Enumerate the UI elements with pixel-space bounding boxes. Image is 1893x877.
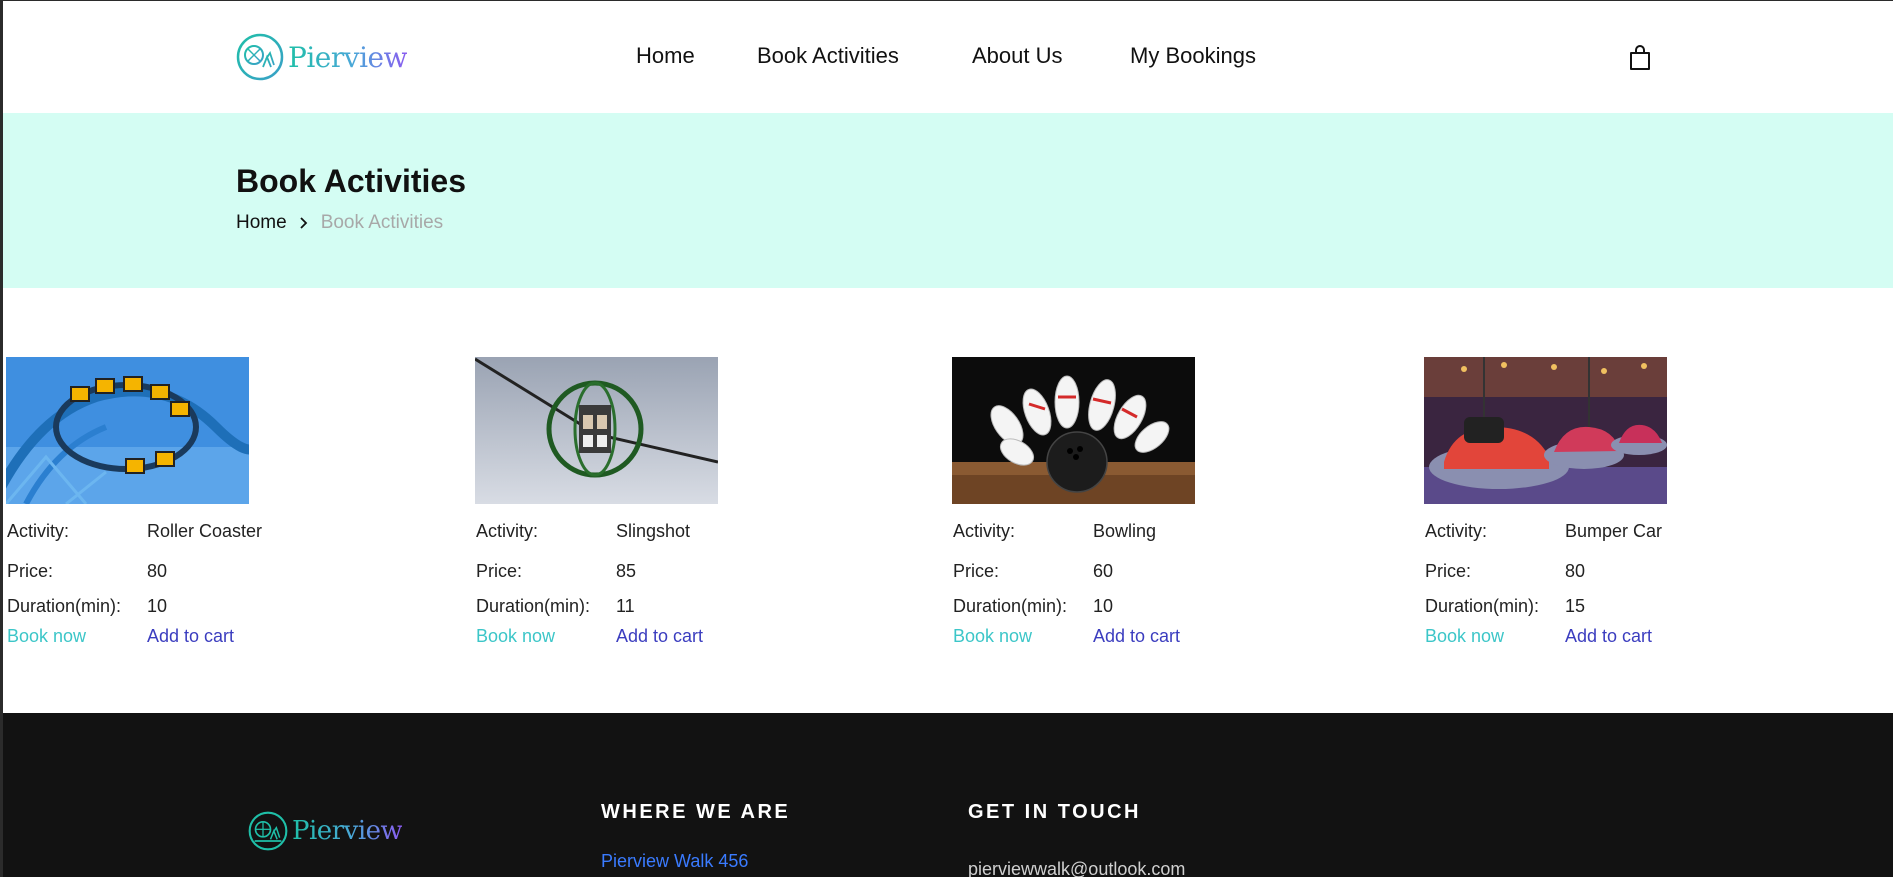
bowling-pins-image [952,357,1195,504]
activity-card: Activity: Bowling Price: 60 Duration(min… [952,357,1282,646]
duration-row: Duration(min): 10 [7,596,167,617]
ferris-wheel-icon [248,811,288,851]
activity-label: Activity: [953,521,1016,541]
activity-card: Activity: Slingshot Price: 85 Duration(m… [475,357,805,646]
duration-row: Duration(min): 10 [953,596,1113,617]
activity-card: Activity: Bumper Car Price: 80 Duration(… [1424,357,1754,646]
breadcrumb: Home Book Activities [236,212,443,234]
book-now-link[interactable]: Book now [7,626,86,647]
duration-value: 15 [1565,596,1586,616]
activity-name: Slingshot [616,521,691,541]
page-banner: Book Activities Home Book Activities [3,113,1893,288]
price-label: Price: [476,561,523,581]
breadcrumb-current: Book Activities [320,212,444,233]
slingshot-ride-image [475,357,718,504]
price-label: Price: [7,561,54,581]
contact-email: pierviewwalk@outlook.com [968,859,1186,877]
price-row: Price: 80 [1425,561,1585,582]
activity-row: Activity: Bowling [953,521,1156,542]
price-row: Price: 60 [953,561,1113,582]
add-to-cart-link[interactable]: Add to cart [1565,626,1652,647]
activity-row: Activity: Bumper Car [1425,521,1662,542]
activity-name: Roller Coaster [147,521,263,541]
price-value: 60 [1093,561,1114,581]
activity-row: Activity: Slingshot [476,521,690,542]
duration-label: Duration(min): [1425,596,1540,616]
bumper-cars-image [1424,357,1667,504]
nav-about-us[interactable]: About Us [972,43,1063,69]
price-row: Price: 80 [7,561,167,582]
price-value: 85 [616,561,637,581]
nav-home[interactable]: Home [636,43,695,69]
site-header: Pierview Home Book Activities About Us M… [3,1,1893,113]
book-now-link[interactable]: Book now [476,626,555,647]
activity-name: Bumper Car [1565,521,1663,541]
duration-row: Duration(min): 15 [1425,596,1585,617]
where-we-are-heading: WHERE WE ARE [601,801,791,823]
page: Pierview Home Book Activities About Us M… [3,1,1893,877]
add-to-cart-link[interactable]: Add to cart [147,626,234,647]
price-value: 80 [1565,561,1586,581]
price-value: 80 [147,561,168,581]
duration-value: 11 [616,596,635,616]
chevron-right-icon [300,217,307,229]
duration-value: 10 [147,596,168,616]
page-title: Book Activities [236,163,466,199]
price-row: Price: 85 [476,561,636,582]
duration-row: Duration(min): 11 [476,596,635,617]
activity-label: Activity: [7,521,70,541]
activity-name: Bowling [1093,521,1157,541]
activity-label: Activity: [476,521,539,541]
breadcrumb-home[interactable]: Home [236,212,287,234]
book-now-link[interactable]: Book now [953,626,1032,647]
site-footer: Pierview WHERE WE ARE Pierview Walk 456 … [3,713,1893,877]
book-now-link[interactable]: Book now [1425,626,1504,647]
duration-label: Duration(min): [476,596,591,616]
nav-my-bookings[interactable]: My Bookings [1130,43,1256,69]
footer-brand-name: Pierview [292,816,403,846]
get-in-touch-heading: GET IN TOUCH [968,801,1141,823]
shopping-bag-icon[interactable] [1628,45,1652,71]
add-to-cart-link[interactable]: Add to cart [616,626,703,647]
footer-logo[interactable]: Pierview [248,811,403,851]
address-link[interactable]: Pierview Walk 456 [601,851,748,872]
duration-label: Duration(min): [7,596,122,616]
activity-label: Activity: [1425,521,1488,541]
activity-row: Activity: Roller Coaster [7,521,262,542]
price-label: Price: [1425,561,1472,581]
duration-value: 10 [1093,596,1114,616]
main-nav: Home Book Activities About Us My Booking… [3,43,1893,73]
roller-coaster-image [6,357,249,504]
duration-label: Duration(min): [953,596,1068,616]
add-to-cart-link[interactable]: Add to cart [1093,626,1180,647]
activity-card: Activity: Roller Coaster Price: 80 Durat… [6,357,336,646]
nav-book-activities[interactable]: Book Activities [757,43,899,69]
price-label: Price: [953,561,1000,581]
